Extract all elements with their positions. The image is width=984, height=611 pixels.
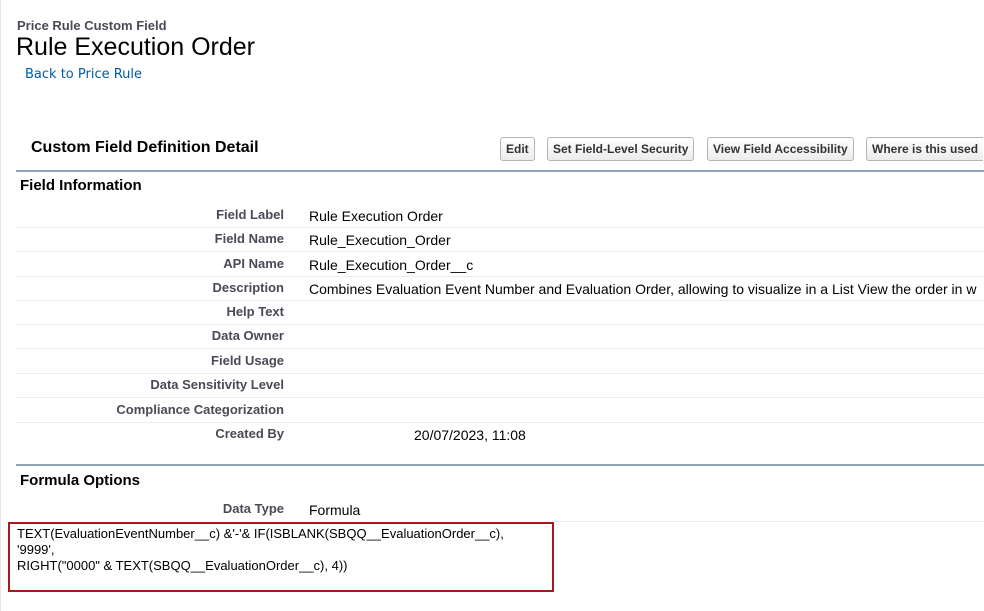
section-divider	[16, 464, 984, 466]
field-name-label: Field Name	[214, 231, 284, 246]
created-by-value: 20/07/2023, 11:08	[414, 427, 526, 443]
field-label-value: Rule Execution Order	[309, 208, 443, 224]
help-text-label: Help Text	[226, 304, 284, 319]
object-type-label: Price Rule Custom Field	[17, 18, 167, 33]
created-by-label: Created By	[215, 426, 284, 441]
field-row-created-by: Created By 20/07/2023, 11:08	[16, 422, 984, 446]
edit-button[interactable]: Edit	[500, 137, 535, 161]
section-divider	[16, 170, 984, 172]
field-row-api-name: API Name Rule_Execution_Order__c	[16, 252, 984, 277]
description-value: Combines Evaluation Event Number and Eva…	[309, 281, 977, 297]
formula-options-heading: Formula Options	[20, 472, 140, 489]
row-divider	[554, 521, 984, 522]
field-row-data-sensitivity-level: Data Sensitivity Level	[16, 373, 984, 398]
field-row-data-owner: Data Owner	[16, 324, 984, 349]
field-row-data-type: Data Type Formula	[16, 497, 984, 521]
field-usage-label: Field Usage	[211, 353, 284, 368]
data-sensitivity-level-label: Data Sensitivity Level	[150, 377, 284, 392]
detail-section-title: Custom Field Definition Detail	[31, 139, 259, 156]
api-name-label: API Name	[223, 256, 284, 271]
page-title: Rule Execution Order	[16, 33, 256, 61]
formula-text: TEXT(EvaluationEventNumber__c) &'-'& IF(…	[17, 526, 504, 573]
formula-highlight-box: TEXT(EvaluationEventNumber__c) &'-'& IF(…	[8, 522, 554, 592]
data-owner-label: Data Owner	[211, 328, 284, 343]
data-type-value: Formula	[309, 502, 361, 518]
field-row-compliance-categorization: Compliance Categorization	[16, 398, 984, 423]
api-name-value: Rule_Execution_Order__c	[309, 257, 474, 273]
field-row-help-text: Help Text	[16, 300, 984, 325]
set-field-level-security-button[interactable]: Set Field-Level Security	[547, 137, 695, 161]
page: Price Rule Custom Field Rule Execution O…	[0, 0, 984, 611]
data-type-label: Data Type	[222, 501, 284, 516]
field-information-heading: Field Information	[20, 177, 142, 194]
compliance-categorization-label: Compliance Categorization	[116, 402, 284, 417]
back-to-price-rule-link[interactable]: Back to Price Rule	[25, 67, 142, 82]
field-name-value: Rule_Execution_Order	[309, 232, 451, 248]
description-label: Description	[212, 280, 284, 295]
field-row-field-label: Field Label Rule Execution Order	[16, 203, 984, 228]
field-row-field-name: Field Name Rule_Execution_Order	[16, 227, 984, 252]
field-row-field-usage: Field Usage	[16, 349, 984, 374]
left-border	[0, 0, 4, 611]
field-row-description: Description Combines Evaluation Event Nu…	[16, 276, 984, 301]
where-is-this-used-button[interactable]: Where is this used	[866, 137, 984, 161]
field-label-label: Field Label	[216, 207, 284, 222]
view-field-accessibility-button[interactable]: View Field Accessibility	[707, 137, 854, 161]
